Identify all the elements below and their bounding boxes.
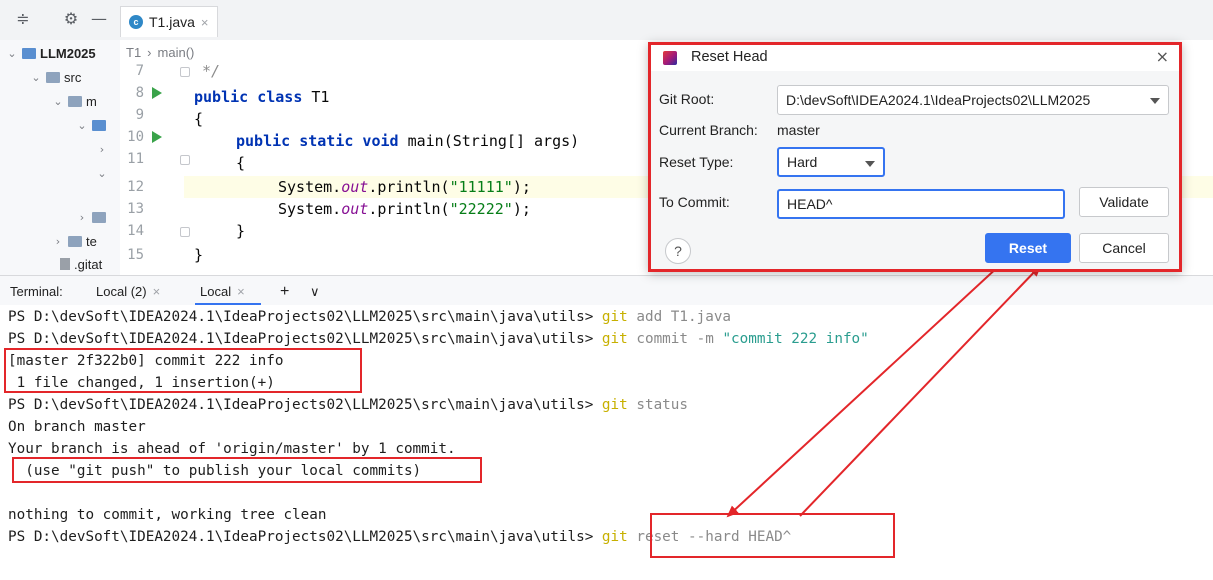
to-commit-input[interactable]: HEAD^ <box>777 189 1065 219</box>
breadcrumb-separator: › <box>147 44 152 60</box>
terminal-line: PS D:\devSoft\IDEA2024.1\IdeaProjects02\… <box>8 397 689 413</box>
git-root-select[interactable]: D:\devSoft\IDEA2024.1\IdeaProjects02\LLM… <box>777 85 1169 115</box>
terminal-line: PS D:\devSoft\IDEA2024.1\IdeaProjects02\… <box>8 331 869 347</box>
close-tab-icon[interactable]: × <box>237 284 245 299</box>
chevron-right-icon[interactable]: › <box>52 235 64 248</box>
tab-local-2[interactable]: Local (2) × <box>96 282 160 302</box>
folder-icon <box>22 47 36 59</box>
line-number: 15 <box>127 247 144 263</box>
terminal-output[interactable]: PS D:\devSoft\IDEA2024.1\IdeaProjects02\… <box>0 305 1213 580</box>
chevron-down-icon <box>865 161 875 167</box>
help-icon[interactable]: ? <box>665 238 691 264</box>
reset-type-label: Reset Type: <box>659 154 734 170</box>
close-tab-icon[interactable]: × <box>153 284 161 299</box>
tree-item-main[interactable]: ⌄ m <box>52 90 96 112</box>
intellij-logo-icon <box>663 51 677 65</box>
run-class-icon[interactable] <box>152 87 162 99</box>
breadcrumb-method[interactable]: main() <box>158 45 195 60</box>
reset-type-select[interactable]: Hard <box>777 147 885 177</box>
current-branch-label: Current Branch: <box>659 122 758 138</box>
code-line: } <box>194 246 204 264</box>
chevron-down-icon[interactable]: ⌄ <box>96 167 108 180</box>
gear-icon[interactable]: ⚙ <box>60 8 82 30</box>
tree-item-test[interactable]: › te <box>52 230 97 252</box>
close-icon[interactable]: × <box>1156 47 1169 66</box>
minimize-icon[interactable]: — <box>88 8 110 30</box>
reset-head-dialog: Reset Head × Git Root: D:\devSoft\IDEA20… <box>648 42 1182 272</box>
folder-icon <box>92 119 106 131</box>
line-number: 9 <box>135 107 144 123</box>
to-commit-label: To Commit: <box>659 194 730 210</box>
code-line: } <box>236 222 246 240</box>
code-line: System.out.println("22222"); <box>278 200 531 218</box>
folder-icon <box>68 235 82 247</box>
file-icon <box>60 258 70 270</box>
annotation-box-push-hint <box>12 457 482 483</box>
line-number: 13 <box>127 201 144 217</box>
editor-toolbar: ≑ ⚙ — c T1.java × <box>0 0 1213 41</box>
git-root-label: Git Root: <box>659 91 715 107</box>
line-number: 7 <box>135 63 144 79</box>
chevron-right-icon[interactable]: › <box>96 143 108 156</box>
line-gutter: 7 8 9 10 11 12 13 14 15 <box>120 63 190 275</box>
fold-icon[interactable] <box>180 155 190 165</box>
reset-button[interactable]: Reset <box>985 233 1071 263</box>
tree-item-sub1[interactable]: › <box>96 138 108 160</box>
line-number: 10 <box>127 129 144 145</box>
tree-item-java[interactable]: ⌄ <box>76 114 106 136</box>
terminal-line: PS D:\devSoft\IDEA2024.1\IdeaProjects02\… <box>8 309 732 325</box>
chevron-down-icon[interactable]: ⌄ <box>52 95 64 108</box>
line-number: 11 <box>127 151 144 167</box>
chevron-right-icon[interactable]: › <box>76 211 88 224</box>
tree-item-sub2[interactable]: ⌄ <box>96 162 108 184</box>
fold-icon[interactable] <box>180 227 190 237</box>
java-class-icon: c <box>129 15 143 29</box>
run-main-icon[interactable] <box>152 131 162 143</box>
dialog-title: Reset Head <box>691 49 768 65</box>
tree-item-gitattributes[interactable]: .gitat <box>60 253 102 275</box>
tab-local[interactable]: Local × <box>200 282 245 302</box>
terminal-tab-bar: Terminal: Local (2) × Local × + ∨ <box>0 275 1213 306</box>
fold-icon[interactable] <box>180 67 190 77</box>
terminal-label: Terminal: <box>10 284 63 299</box>
file-tab-label: T1.java <box>149 14 195 30</box>
annotation-box-commit <box>4 348 362 393</box>
project-tree: ⌄ LLM2025 ⌄ src ⌄ m ⌄ › ⌄ › › te .gitat <box>0 40 121 275</box>
tree-item-project[interactable]: ⌄ LLM2025 <box>6 42 95 64</box>
chevron-down-icon[interactable]: ⌄ <box>76 119 88 132</box>
code-line: System.out.println("11111"); <box>278 178 531 196</box>
folder-icon <box>68 95 82 107</box>
cancel-button[interactable]: Cancel <box>1079 233 1169 263</box>
tree-item-src[interactable]: ⌄ src <box>30 66 81 88</box>
folder-icon <box>92 211 106 223</box>
code-line: { <box>194 110 204 128</box>
chevron-down-icon[interactable]: ⌄ <box>30 71 42 84</box>
tree-item-resources[interactable]: › <box>76 206 106 228</box>
chevron-down-icon[interactable]: ⌄ <box>6 47 18 60</box>
terminal-line: nothing to commit, working tree clean <box>8 507 327 523</box>
code-line: public static void main(String[] args) <box>236 132 580 150</box>
code-line: public class T1 <box>194 88 330 106</box>
chevron-down-icon[interactable]: ∨ <box>310 282 320 302</box>
collapse-icon[interactable]: ≑ <box>12 8 34 30</box>
close-tab-icon[interactable]: × <box>201 15 209 30</box>
breadcrumb-class[interactable]: T1 <box>126 45 141 60</box>
annotation-box-reset-cmd <box>650 513 895 558</box>
code-line: */ <box>202 62 221 80</box>
folder-icon <box>46 71 60 83</box>
file-tab-t1[interactable]: c T1.java × <box>120 6 218 37</box>
chevron-down-icon <box>1150 98 1160 104</box>
breadcrumb: T1 › main() <box>120 40 646 64</box>
line-number: 12 <box>127 179 144 195</box>
add-terminal-icon[interactable]: + <box>280 282 289 302</box>
validate-button[interactable]: Validate <box>1079 187 1169 217</box>
dialog-title-bar[interactable]: Reset Head × <box>651 45 1179 71</box>
current-branch-value: master <box>777 122 820 138</box>
code-line: { <box>236 154 246 172</box>
line-number: 14 <box>127 223 144 239</box>
terminal-line: On branch master <box>8 419 146 435</box>
line-number: 8 <box>135 85 144 101</box>
